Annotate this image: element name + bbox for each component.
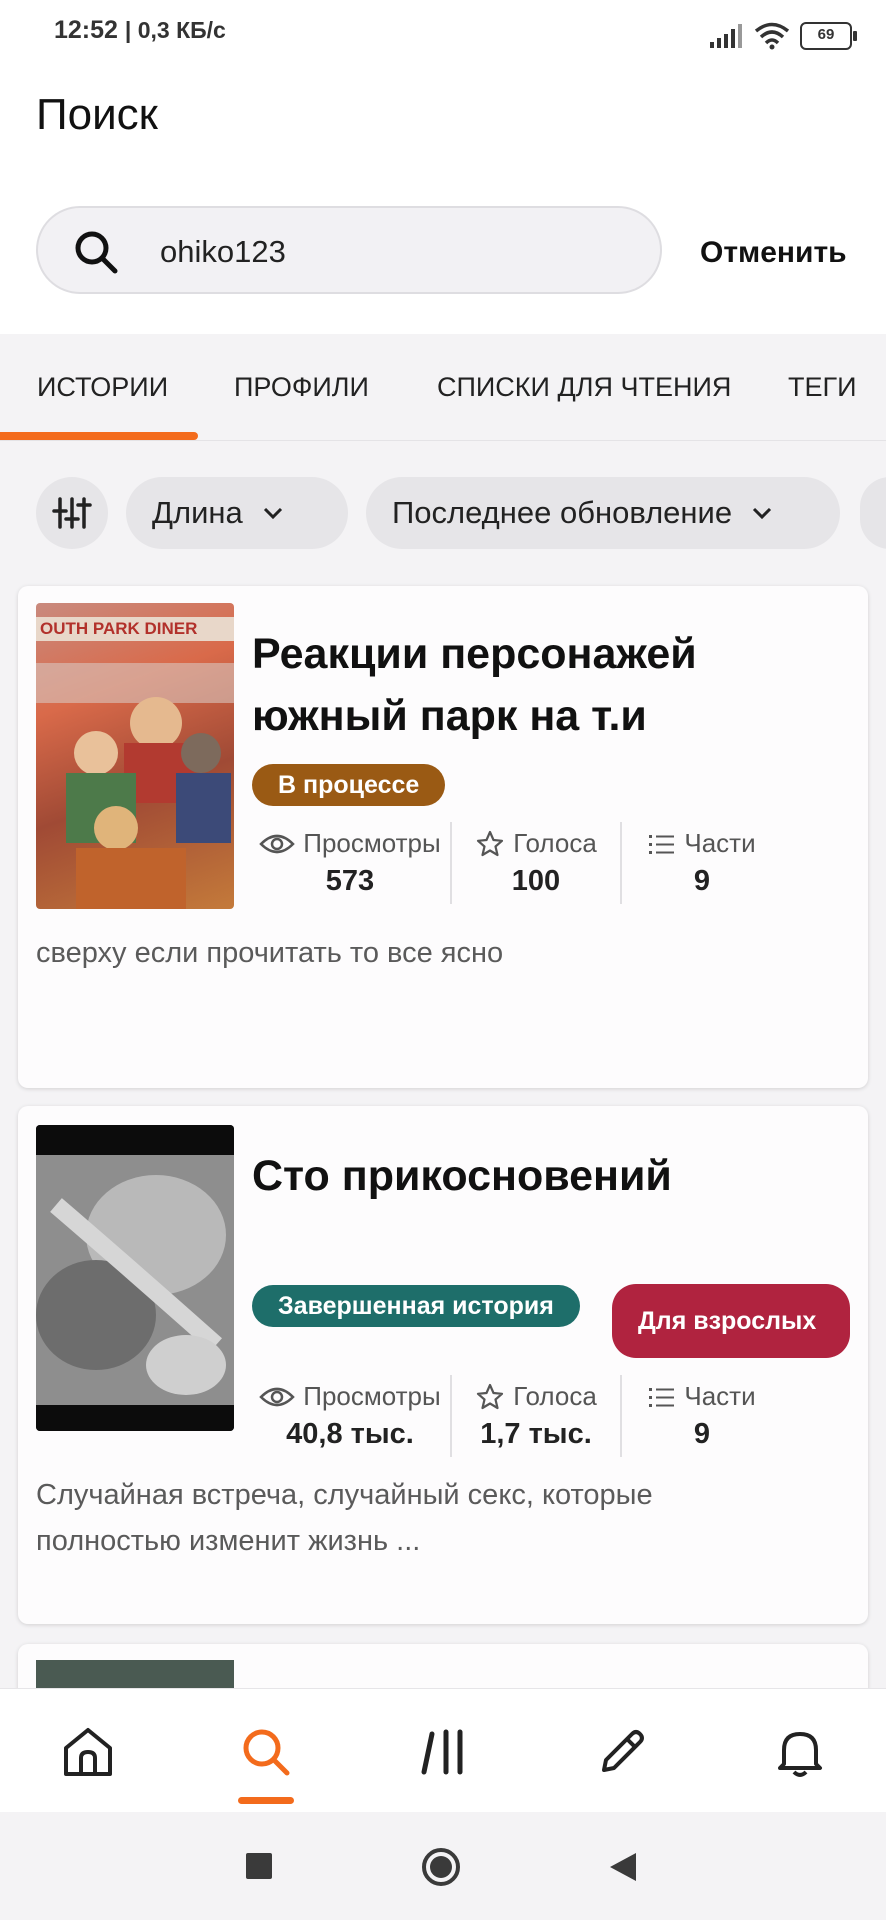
chevron-down-icon	[753, 507, 772, 520]
back-icon[interactable]	[606, 1850, 640, 1884]
page-title: Поиск	[36, 90, 158, 139]
cover-illustration	[36, 1125, 234, 1431]
search-icon[interactable]	[236, 1722, 296, 1782]
recent-apps-icon[interactable]	[246, 1853, 272, 1879]
status-icons: 69	[710, 22, 857, 50]
story-cover-image[interactable]	[36, 1125, 234, 1431]
parts-stat: Части 9	[622, 828, 782, 898]
wifi-icon	[754, 22, 790, 50]
filter-more-chip[interactable]	[860, 477, 886, 549]
story-title[interactable]: Сто прикосновений	[252, 1145, 832, 1207]
votes-count: 1,7 тыс.	[480, 1418, 592, 1450]
home-icon[interactable]	[58, 1722, 118, 1782]
story-description: сверху если прочитать то все ясно	[36, 937, 504, 969]
sliders-icon	[52, 497, 92, 529]
chevron-down-icon	[263, 507, 282, 520]
views-stat: Просмотры 573	[250, 828, 450, 898]
votes-count: 100	[511, 865, 561, 897]
story-stats: Просмотры 40,8 тыс. Голоса 1,7 тыс. Част…	[250, 1375, 782, 1457]
cover-illustration	[36, 663, 234, 909]
votes-stat: Голоса 1,7 тыс.	[452, 1381, 620, 1451]
filter-last-update-label: Последнее обновление	[392, 495, 733, 530]
filter-length-label: Длина	[152, 495, 243, 530]
search-icon	[75, 231, 118, 274]
story-title[interactable]: Реакции персонажей южный парк на т.и	[252, 623, 832, 747]
tab-stories[interactable]: ИСТОРИИ	[37, 372, 168, 403]
status-badge: В процессе	[252, 764, 446, 806]
active-nav-indicator	[238, 1797, 294, 1804]
status-time: 12:52 | 0,3 КБ/с	[54, 16, 226, 44]
eye-icon	[259, 834, 296, 853]
battery-icon: 69	[800, 22, 857, 50]
story-stats: Просмотры 573 Голоса 100 Части 9	[250, 822, 782, 904]
library-icon[interactable]	[414, 1722, 474, 1782]
star-icon	[477, 830, 504, 856]
views-label: Просмотры	[303, 828, 441, 858]
parts-label: Части	[684, 1381, 756, 1411]
story-cover-image[interactable]: OUTH PARK DINER	[36, 603, 234, 909]
mature-badge: Для взрослых	[612, 1284, 850, 1358]
tab-tags[interactable]: ТЕГИ	[788, 372, 857, 403]
bell-icon[interactable]	[770, 1722, 830, 1782]
eye-icon	[259, 1387, 296, 1406]
active-tab-indicator	[0, 432, 198, 440]
views-stat: Просмотры 40,8 тыс.	[250, 1381, 450, 1451]
filter-last-update-chip[interactable]: Последнее обновление	[366, 477, 840, 549]
filter-length-chip[interactable]: Длина	[126, 477, 348, 549]
parts-label: Части	[684, 828, 756, 858]
parts-stat: Части 9	[622, 1381, 782, 1451]
list-icon	[649, 834, 675, 854]
parts-count: 9	[693, 1418, 711, 1450]
tab-profiles[interactable]: ПРОФИЛИ	[234, 372, 369, 403]
completed-badge: Завершенная история	[252, 1285, 580, 1327]
story-description: Случайная встреча, случайный секс, котор…	[36, 1479, 653, 1557]
network-speed: | 0,3 КБ/с	[124, 17, 226, 43]
votes-label: Голоса	[513, 1381, 597, 1411]
home-circle-icon[interactable]	[420, 1846, 462, 1888]
filter-settings-button[interactable]	[36, 477, 108, 549]
signal-icon	[710, 24, 742, 48]
votes-label: Голоса	[513, 828, 597, 858]
star-icon	[477, 1383, 504, 1409]
views-count: 573	[325, 865, 375, 897]
views-count: 40,8 тыс.	[286, 1418, 414, 1450]
votes-stat: Голоса 100	[452, 828, 620, 898]
cancel-button[interactable]: Отменить	[700, 236, 847, 270]
search-query[interactable]: ohiko123	[160, 234, 286, 270]
pencil-icon[interactable]	[592, 1722, 652, 1782]
search-input[interactable]	[36, 206, 662, 294]
parts-count: 9	[693, 865, 711, 897]
list-icon	[649, 1387, 675, 1407]
tab-reading-lists[interactable]: СПИСКИ ДЛЯ ЧТЕНИЯ	[437, 372, 731, 403]
views-label: Просмотры	[303, 1381, 441, 1411]
